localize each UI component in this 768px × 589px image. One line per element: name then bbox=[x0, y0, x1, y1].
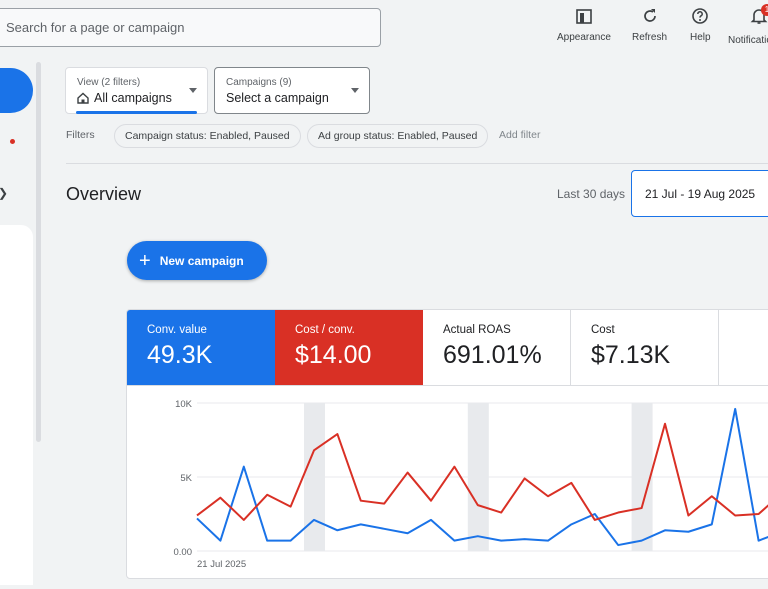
highlight-band bbox=[304, 403, 325, 551]
search-input[interactable]: Search for a page or campaign bbox=[0, 8, 381, 47]
notifications-button[interactable]: 1 Notifications bbox=[728, 4, 768, 46]
kpi-actual-roas[interactable]: Actual ROAS 691.01% bbox=[423, 310, 571, 385]
kpi-value: $14.00 bbox=[295, 341, 372, 369]
date-range-label: Last 30 days bbox=[557, 187, 626, 201]
refresh-icon bbox=[643, 9, 656, 22]
new-campaign-button[interactable]: + New campaign bbox=[127, 241, 267, 280]
kpi-conv-value[interactable]: Conv. value 49.3K bbox=[127, 310, 275, 385]
search-placeholder: Search for a page or campaign bbox=[6, 20, 185, 35]
refresh-label: Refresh bbox=[632, 32, 668, 43]
date-range-value: 21 Jul - 19 Aug 2025 bbox=[645, 186, 756, 201]
x-start-label: 21 Jul 2025 bbox=[197, 559, 246, 570]
y-tick-label: 5K bbox=[180, 473, 192, 484]
kpi-value: 691.01% bbox=[443, 341, 542, 369]
bell-wrapper: 1 bbox=[750, 4, 768, 35]
chevron-down-icon[interactable]: ❯ bbox=[0, 186, 8, 200]
nav-submenu-panel bbox=[0, 225, 33, 585]
filter-chip-label: Ad group status: Enabled, Paused bbox=[318, 130, 478, 142]
filters-label: Filters bbox=[66, 129, 95, 141]
y-tick-label: 10K bbox=[175, 399, 193, 410]
appearance-label: Appearance bbox=[557, 32, 611, 43]
appearance-icon bbox=[576, 9, 592, 24]
kpi-value: $7.13K bbox=[591, 341, 671, 369]
campaign-selector[interactable]: Campaigns (9) Select a campaign bbox=[214, 67, 370, 114]
page-title: Overview bbox=[66, 184, 142, 204]
kpi-row: Conv. value 49.3K Cost / conv. $14.00 Ac… bbox=[127, 310, 768, 386]
filters-divider bbox=[66, 163, 768, 164]
kpi-cost-per-conv[interactable]: Cost / conv. $14.00 bbox=[275, 310, 423, 385]
kpi-value: 49.3K bbox=[147, 341, 213, 369]
kpi-label: Conv. value bbox=[147, 324, 207, 336]
highlight-band bbox=[467, 403, 489, 551]
help-button[interactable]: Help bbox=[690, 7, 711, 43]
help-label: Help bbox=[690, 32, 711, 43]
home-icon bbox=[77, 92, 89, 104]
filter-chip-campaign-status[interactable]: Campaign status: Enabled, Paused bbox=[114, 124, 301, 148]
kpi-label: Cost / conv. bbox=[295, 324, 355, 336]
plus-icon: + bbox=[139, 249, 151, 272]
filter-chip-label: Campaign status: Enabled, Paused bbox=[125, 130, 290, 142]
kpi-label: Cost bbox=[591, 324, 615, 336]
refresh-button[interactable]: Refresh bbox=[632, 7, 667, 43]
notifications-label: Notifications bbox=[728, 35, 768, 46]
help-icon bbox=[692, 8, 709, 24]
dropdown-arrow-icon bbox=[189, 88, 197, 93]
campaign-selector-value: Select a campaign bbox=[226, 91, 329, 105]
campaign-selector-caption: Campaigns (9) bbox=[226, 77, 292, 88]
kpi-label: Actual ROAS bbox=[443, 324, 511, 336]
notification-badge: 1 bbox=[761, 4, 768, 16]
dropdown-arrow-icon bbox=[351, 88, 359, 93]
performance-card: Conv. value 49.3K Cost / conv. $14.00 Ac… bbox=[126, 309, 768, 579]
nav-active-item[interactable] bbox=[0, 68, 33, 113]
add-filter-button[interactable]: Add filter bbox=[499, 129, 540, 141]
view-selector-caption: View (2 filters) bbox=[77, 77, 141, 88]
performance-chart: 10K 5K 0.00 21 Jul 2025 bbox=[174, 399, 768, 570]
date-range-picker[interactable]: 21 Jul - 19 Aug 2025 bbox=[631, 170, 768, 217]
kpi-cost[interactable]: Cost $7.13K bbox=[571, 310, 719, 385]
y-tick-label: 0.00 bbox=[174, 547, 193, 558]
nav-alert-dot bbox=[10, 139, 15, 144]
view-selector[interactable]: View (2 filters) All campaigns bbox=[65, 67, 208, 114]
filter-chip-ad-group-status[interactable]: Ad group status: Enabled, Paused bbox=[307, 124, 489, 148]
view-selector-value: All campaigns bbox=[94, 91, 172, 105]
view-selector-underline bbox=[76, 111, 197, 114]
nav-scrollbar[interactable] bbox=[36, 62, 41, 442]
new-campaign-label: New campaign bbox=[159, 253, 244, 268]
appearance-button[interactable]: Appearance bbox=[557, 7, 611, 43]
